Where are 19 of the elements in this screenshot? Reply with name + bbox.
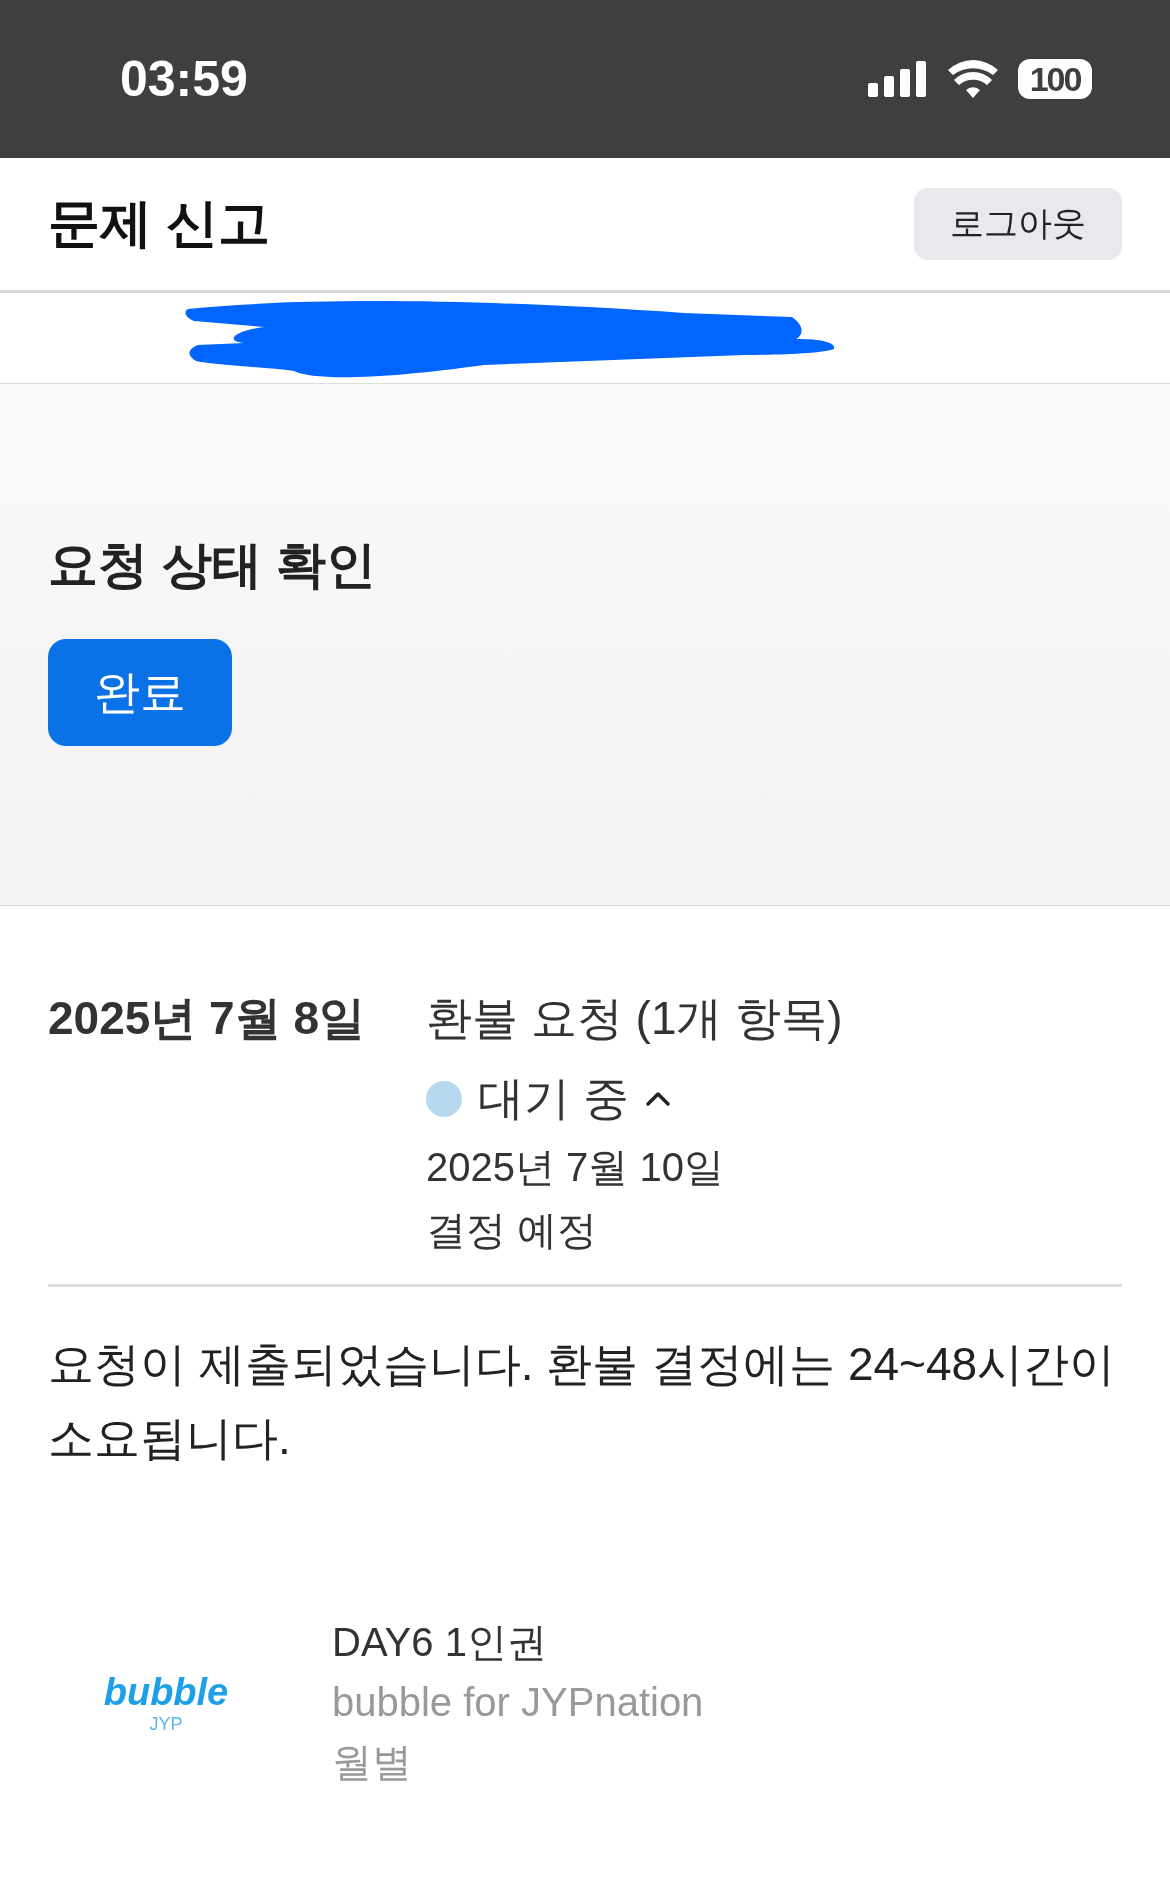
- billing-period: 월별: [332, 1739, 413, 1786]
- decision-date: 2025년 7월 10일: [426, 1144, 725, 1191]
- request-title: 환불 요청 (1개 항목): [426, 991, 843, 1046]
- page-title: 문제 신고: [48, 193, 271, 254]
- app-logo: bubble JYP: [102, 1670, 230, 1735]
- wifi-icon: [948, 60, 998, 98]
- caret-icon[interactable]: [644, 1091, 671, 1107]
- item-name: DAY6 1인권: [332, 1619, 548, 1666]
- app-name: bubble for JYPnation: [332, 1680, 704, 1725]
- signal-icon: [868, 61, 928, 97]
- decision-label: 결정 예정: [426, 1207, 599, 1254]
- request-date: 2025년 7월 8일: [48, 991, 367, 1046]
- section-heading: 요청 상태 확인: [48, 536, 376, 595]
- battery-icon: 100: [1018, 59, 1092, 99]
- done-button[interactable]: 완료: [48, 639, 232, 746]
- logout-button[interactable]: 로그아웃: [914, 188, 1122, 260]
- message-text: 요청이 제출되었습니다. 환불 결정에는 24~48시간이 소요됩니다.: [48, 1337, 1117, 1466]
- status-label[interactable]: 대기 중: [478, 1068, 629, 1130]
- status-time: 03:59: [120, 50, 248, 108]
